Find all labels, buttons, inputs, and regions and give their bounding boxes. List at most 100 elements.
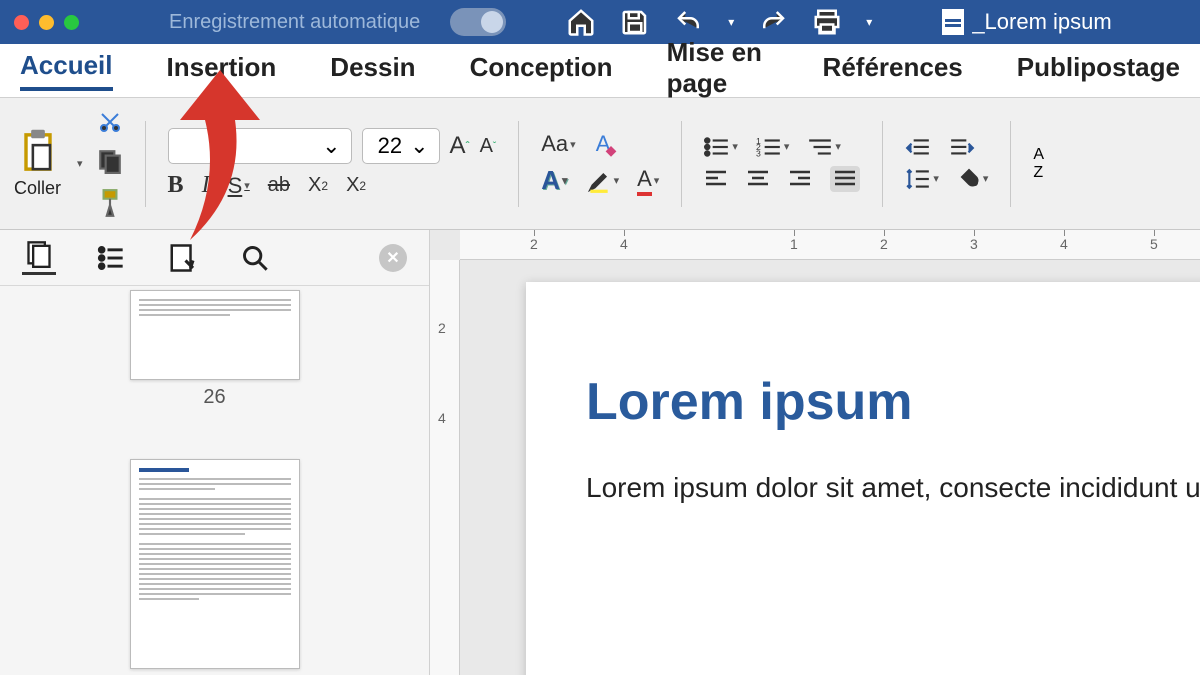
highlight-button[interactable]: ▾: [586, 168, 620, 194]
ruler-tick: 4: [1060, 236, 1068, 252]
ruler-tick: 2: [530, 236, 538, 252]
ruler-tick: 5: [1150, 236, 1158, 252]
tab-mise-en-page[interactable]: Mise en page: [667, 37, 769, 105]
align-left-button[interactable]: [704, 169, 728, 189]
ruler-tick: 3: [970, 236, 978, 252]
ruler-tick: 2: [438, 320, 446, 336]
window-controls: [14, 15, 79, 30]
font-group: ⌄ 22⌄ Aˆ Aˇ B I S▾ ab X2 X2: [168, 128, 497, 199]
grow-font-icon[interactable]: Aˆ: [450, 132, 470, 160]
font-effects-group: Aa▾ A◆ A▾ ▾ A▾: [541, 131, 659, 196]
shading-button[interactable]: ▾: [957, 167, 989, 191]
quick-access-toolbar: ▾ ▾: [566, 7, 872, 37]
font-family-select[interactable]: ⌄: [168, 128, 352, 164]
autosave-toggle[interactable]: [450, 8, 506, 36]
undo-icon[interactable]: [674, 7, 704, 37]
undo-dropdown-icon[interactable]: ▾: [728, 15, 734, 29]
headings-tab[interactable]: [94, 241, 128, 275]
strikethrough-button[interactable]: ab: [268, 174, 290, 197]
clipboard-group: Coller ▾: [14, 110, 123, 218]
change-case-button[interactable]: Aa▾: [541, 131, 575, 157]
tab-references[interactable]: Références: [823, 52, 963, 89]
increase-indent-button[interactable]: [949, 137, 975, 159]
bullets-button[interactable]: ▾: [704, 136, 738, 158]
separator: [518, 121, 519, 207]
review-tab[interactable]: [166, 241, 200, 275]
font-size-value: 22: [378, 133, 402, 159]
underline-button[interactable]: S▾: [228, 173, 250, 199]
bold-button[interactable]: B: [168, 172, 184, 199]
superscript-button[interactable]: X2: [346, 174, 366, 197]
align-center-button[interactable]: [746, 169, 770, 189]
subscript-button[interactable]: X2: [308, 174, 328, 197]
close-panel-button[interactable]: ✕: [379, 244, 407, 272]
svg-text:3: 3: [756, 148, 761, 157]
document-name: _Lorem ipsum: [942, 9, 1111, 35]
document-title[interactable]: Lorem ipsum: [586, 372, 1200, 432]
font-color-button[interactable]: A▾: [637, 166, 659, 196]
ruler-tick: 4: [438, 410, 446, 426]
vertical-ruler[interactable]: 2 4: [430, 260, 460, 675]
thumbnail-page-number: 26: [130, 386, 300, 409]
work-area: ✕ 26 2 4 1 2 3: [0, 230, 1200, 675]
home-icon[interactable]: [566, 7, 596, 37]
indent-group: ▾ ▾: [905, 137, 988, 191]
tab-conception[interactable]: Conception: [470, 52, 613, 89]
minimize-window-icon[interactable]: [39, 15, 54, 30]
save-icon[interactable]: [620, 7, 650, 37]
redo-icon[interactable]: [758, 7, 788, 37]
print-dropdown-icon[interactable]: ▾: [866, 15, 872, 29]
paste-dropdown-icon[interactable]: ▾: [77, 157, 83, 170]
tab-publipostage[interactable]: Publipostage: [1017, 52, 1180, 89]
ribbon-tabs: Accueil Insertion Dessin Conception Mise…: [0, 44, 1200, 98]
decrease-indent-button[interactable]: [905, 137, 931, 159]
text-effects-button[interactable]: A▾: [541, 165, 567, 196]
side-tabs: ✕: [0, 230, 429, 286]
paragraph-group: ▾ 123▾ ▾: [704, 136, 860, 192]
horizontal-ruler[interactable]: 2 4 1 2 3 4 5 6: [460, 230, 1200, 260]
tab-accueil[interactable]: Accueil: [20, 50, 113, 91]
font-size-select[interactable]: 22⌄: [362, 128, 440, 164]
line-spacing-button[interactable]: ▾: [905, 167, 939, 191]
close-window-icon[interactable]: [14, 15, 29, 30]
print-icon[interactable]: [812, 7, 842, 37]
separator: [681, 121, 682, 207]
autosave-label: Enregistrement automatique: [169, 11, 420, 34]
thumbnails-tab[interactable]: [22, 241, 56, 275]
format-painter-icon[interactable]: [97, 188, 123, 218]
titlebar: Enregistrement automatique ▾ ▾ _Lorem ip…: [0, 0, 1200, 44]
multilevel-list-button[interactable]: ▾: [807, 136, 841, 158]
sort-button[interactable]: AZ: [1033, 146, 1044, 182]
thumbnail-item[interactable]: [130, 459, 300, 669]
shrink-font-icon[interactable]: Aˇ: [480, 135, 497, 158]
thumbnail-item[interactable]: 26: [130, 290, 300, 409]
copy-icon[interactable]: [97, 148, 123, 174]
editor-area: 2 4 1 2 3 4 5 6 2 4 Lorem ipsum Lorem ip…: [430, 230, 1200, 675]
italic-button[interactable]: I: [202, 172, 210, 199]
ruler-tick: 2: [880, 236, 888, 252]
clear-formatting-button[interactable]: A◆: [596, 131, 611, 157]
numbering-button[interactable]: 123▾: [756, 136, 790, 158]
separator: [1010, 121, 1011, 207]
navigation-panel: ✕ 26: [0, 230, 430, 675]
document-page[interactable]: Lorem ipsum Lorem ipsum dolor sit amet, …: [526, 282, 1200, 675]
align-right-button[interactable]: [788, 169, 812, 189]
thumbnails-list: 26: [0, 286, 429, 675]
maximize-window-icon[interactable]: [64, 15, 79, 30]
separator: [145, 121, 146, 207]
sort-group: AZ: [1033, 146, 1044, 182]
ribbon: Coller ▾ ⌄ 22⌄ Aˆ Aˇ B I S▾ ab X2 X2 Aa▾: [0, 98, 1200, 230]
paste-label: Coller: [14, 178, 61, 199]
search-tab[interactable]: [238, 241, 272, 275]
align-justify-button[interactable]: [830, 166, 860, 192]
paste-button[interactable]: Coller: [14, 128, 61, 199]
document-name-text: _Lorem ipsum: [972, 9, 1111, 35]
tab-dessin[interactable]: Dessin: [330, 52, 415, 89]
ruler-tick: 1: [790, 236, 798, 252]
clipboard-icon: [17, 128, 59, 176]
document-body[interactable]: Lorem ipsum dolor sit amet, consecte inc…: [586, 466, 1200, 511]
cut-icon[interactable]: [98, 110, 122, 134]
separator: [882, 121, 883, 207]
tab-insertion[interactable]: Insertion: [167, 52, 277, 89]
ruler-tick: 4: [620, 236, 628, 252]
